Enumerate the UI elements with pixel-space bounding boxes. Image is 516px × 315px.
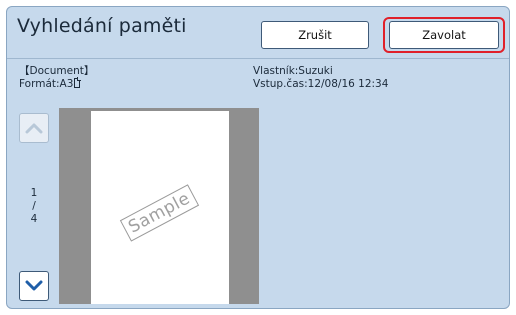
document-format: Formát:A3 (19, 78, 74, 90)
cancel-button[interactable]: Zrušit (261, 21, 369, 49)
document-name: 【Document】 (19, 65, 95, 77)
page-total: 4 (30, 213, 38, 225)
page-title: Vyhledání paměti (17, 15, 187, 37)
page-separator: / (32, 200, 36, 212)
chevron-down-icon (25, 280, 43, 291)
chevron-up-icon (25, 123, 43, 134)
memory-search-panel: Vyhledání paměti Zrušit Zavolat 【Documen… (6, 6, 510, 309)
document-owner: Vlastník:Suzuki (253, 65, 333, 77)
portrait-page-icon (74, 77, 82, 88)
page-down-button[interactable] (19, 271, 49, 301)
call-button[interactable]: Zavolat (389, 21, 499, 49)
page-current: 1 (30, 187, 38, 199)
document-info-left: 【Document】 Formát:A3 (19, 65, 94, 91)
sample-watermark: Sample (119, 184, 199, 242)
preview-page: Sample (91, 111, 229, 304)
document-format-row: Formát:A3 (19, 77, 94, 91)
page-counter: 1 / 4 (19, 187, 49, 226)
document-input-time: Vstup.čas:12/08/16 12:34 (253, 78, 389, 90)
page-up-button[interactable] (19, 113, 49, 143)
header-divider (7, 58, 509, 59)
document-info-right: Vlastník:Suzuki Vstup.čas:12/08/16 12:34 (253, 65, 388, 91)
